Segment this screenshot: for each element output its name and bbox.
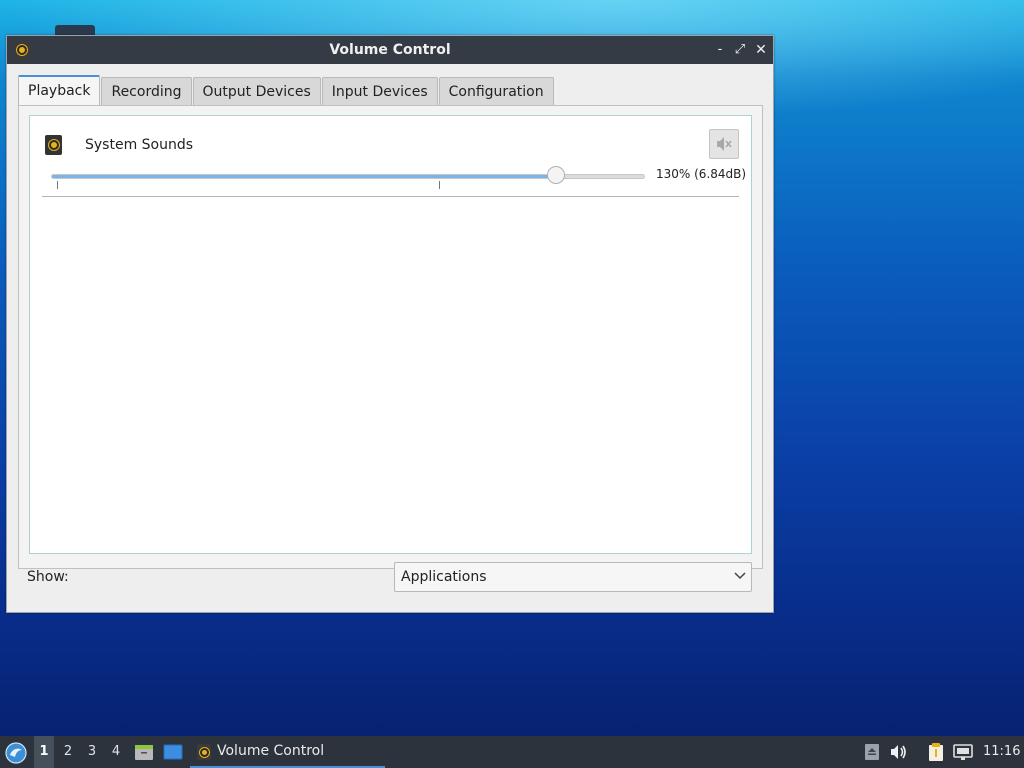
stream-separator <box>42 196 739 197</box>
tab-output-devices[interactable]: Output Devices <box>192 77 321 105</box>
maximize-button[interactable]: ⤢ <box>732 41 748 59</box>
mute-button[interactable] <box>709 129 739 159</box>
volume-readout: 130% (6.84dB) <box>656 167 747 181</box>
stream-name: System Sounds <box>85 137 194 153</box>
window-titlebar[interactable]: Volume Control - ⤢ ✕ <box>7 36 773 64</box>
minimize-button[interactable]: - <box>712 41 728 59</box>
chevron-down-icon <box>734 572 746 580</box>
eject-icon[interactable] <box>862 742 882 762</box>
lubuntu-logo-icon <box>5 742 27 764</box>
tab-bar: Playback Recording Output Devices Input … <box>18 75 555 105</box>
workspace-3-button[interactable]: 3 <box>82 736 102 768</box>
workspace-2-button[interactable]: 2 <box>58 736 78 768</box>
workspace-4-button[interactable]: 4 <box>106 736 126 768</box>
window-title: Volume Control <box>329 42 451 58</box>
taskbar: 1 2 3 4 Volume Control 11:16 <box>0 736 1024 768</box>
tab-playback[interactable]: Playback <box>18 75 101 105</box>
tab-recording[interactable]: Recording <box>101 77 192 105</box>
close-button[interactable]: ✕ <box>753 41 769 59</box>
slider-tick-silence <box>57 181 58 189</box>
speaker-muted-icon <box>717 137 732 151</box>
show-desktop-icon[interactable] <box>163 742 183 762</box>
network-icon[interactable] <box>953 742 973 762</box>
speaker-icon <box>45 135 62 155</box>
taskbar-item-volume-control[interactable]: Volume Control <box>190 736 385 768</box>
tab-input-devices[interactable]: Input Devices <box>321 77 438 105</box>
start-menu-button[interactable] <box>2 739 30 767</box>
playback-panel: System Sounds 130% (6.84dB) <box>18 105 763 569</box>
slider-tick-100 <box>439 181 441 189</box>
clock[interactable]: 11:16 <box>983 736 1020 768</box>
file-manager-icon[interactable] <box>134 742 154 762</box>
tab-configuration[interactable]: Configuration <box>438 77 554 105</box>
taskbar-item-label: Volume Control <box>217 743 325 759</box>
volume-icon[interactable] <box>889 742 909 762</box>
volume-slider-thumb[interactable] <box>546 166 565 184</box>
show-filter-dropdown[interactable]: Applications <box>394 562 752 592</box>
show-filter-value: Applications <box>401 569 487 585</box>
show-label: Show: <box>27 569 69 585</box>
volume-slider-fill <box>52 175 557 178</box>
clipboard-icon[interactable] <box>926 742 946 762</box>
volume-control-window: Volume Control - ⤢ ✕ Playback Recording … <box>6 35 774 613</box>
stream-list: System Sounds 130% (6.84dB) <box>29 115 752 554</box>
speaker-icon <box>197 744 211 760</box>
workspace-1-button[interactable]: 1 <box>34 736 54 768</box>
